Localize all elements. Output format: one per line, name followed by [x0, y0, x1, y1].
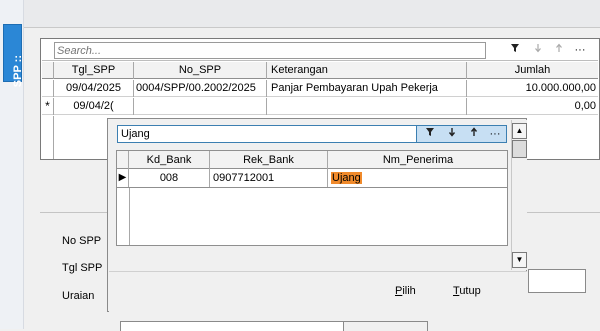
column-header-no-spp[interactable]: No_SPP [134, 62, 267, 79]
cell-jumlah[interactable]: 0,00 [467, 98, 598, 115]
sort-asc-icon[interactable] [463, 126, 485, 142]
form-field-bottom-left[interactable] [120, 321, 345, 331]
cell-nm-penerima[interactable]: Ujang [328, 169, 508, 187]
column-header-rek-bank[interactable]: Rek_Bank [210, 151, 328, 169]
cell-jumlah[interactable]: 10.000.000,00 [467, 80, 598, 97]
cell-tgl-spp[interactable]: 09/04/2025 [54, 80, 134, 97]
scroll-thumb[interactable] [512, 140, 527, 158]
sort-asc-icon[interactable] [549, 42, 569, 59]
tutup-label: utup [459, 285, 481, 297]
search-input[interactable] [54, 42, 486, 59]
column-header-tgl-spp[interactable]: Tgl_SPP [54, 62, 134, 79]
new-row-indicator: * [42, 98, 54, 115]
form-field-bottom-mid[interactable] [343, 321, 428, 331]
cell-kd-bank[interactable]: 008 [129, 169, 210, 187]
column-header-keterangan[interactable]: Keterangan [267, 62, 467, 79]
label-uraian: Uraian [62, 290, 95, 302]
cell-no-spp[interactable]: 0004/SPP/00.2002/2025 [134, 80, 267, 97]
search-match-highlight: Ujang [331, 172, 362, 184]
bank-lookup-popup: ··· Kd_Bank Rek_Bank Nm_Penerima ▶ 008 0… [107, 118, 527, 312]
pilih-button[interactable]: Pilih [389, 281, 422, 301]
more-options-button[interactable]: ··· [570, 42, 590, 59]
spp-tab[interactable]: SPP :: [3, 24, 24, 87]
filter-icon[interactable] [505, 42, 525, 59]
header-indicator [42, 62, 54, 79]
cell-tgl-spp[interactable]: 09/04/2( [54, 98, 134, 115]
grid-empty-area [42, 116, 54, 159]
sort-desc-icon[interactable] [528, 42, 548, 59]
column-header-nm-penerima[interactable]: Nm_Penerima [328, 151, 508, 169]
lookup-footer: Pilih Tutup [109, 271, 527, 312]
row-selected-indicator: ▶ [117, 169, 129, 187]
cell-keterangan[interactable]: Panjar Pembayaran Upah Pekerja [267, 80, 467, 97]
side-tab-bar: SPP :: [0, 0, 24, 329]
cell-rek-bank[interactable]: 0907712001 [210, 169, 328, 187]
grid-header: Tgl_SPP No_SPP Keterangan Jumlah [42, 62, 598, 79]
pilih-label: ilih [402, 285, 416, 297]
panel-header [24, 0, 600, 28]
label-no-spp: No SPP [62, 235, 102, 247]
row-indicator [42, 80, 54, 97]
scroll-down-button[interactable]: ▼ [512, 252, 527, 268]
table-row-new[interactable]: * 09/04/2( 0,00 [42, 98, 598, 115]
spp-tab-label: SPP :: [12, 55, 24, 88]
scroll-up-button[interactable]: ▲ [512, 123, 527, 139]
lookup-table-row[interactable]: ▶ 008 0907712001 Ujang [116, 169, 508, 188]
table-row[interactable]: 09/04/2025 0004/SPP/00.2002/2025 Panjar … [42, 80, 598, 97]
filter-icon[interactable] [419, 126, 441, 142]
sort-desc-icon[interactable] [441, 126, 463, 142]
lookup-toolbar: ··· [417, 125, 507, 143]
label-tgl-spp: Tgl SPP [62, 262, 103, 274]
tutup-button[interactable]: Tutup [447, 281, 487, 301]
lookup-grid-header: Kd_Bank Rek_Bank Nm_Penerima [116, 150, 508, 169]
cell-keterangan[interactable] [267, 98, 467, 115]
lookup-search-input[interactable] [117, 125, 417, 143]
column-header-kd-bank[interactable]: Kd_Bank [129, 151, 210, 169]
grid-search-bar: ··· [42, 40, 598, 61]
cell-no-spp[interactable] [134, 98, 267, 115]
lookup-grid-empty-area [116, 188, 508, 246]
lookup-search-bar: ··· [109, 120, 510, 147]
lookup-vertical-scrollbar[interactable]: ▲ ▼ [511, 120, 527, 270]
more-options-button[interactable]: ··· [484, 126, 506, 142]
column-header-jumlah[interactable]: Jumlah [467, 62, 598, 79]
form-field-right[interactable] [528, 269, 586, 293]
header-indicator [117, 151, 129, 169]
